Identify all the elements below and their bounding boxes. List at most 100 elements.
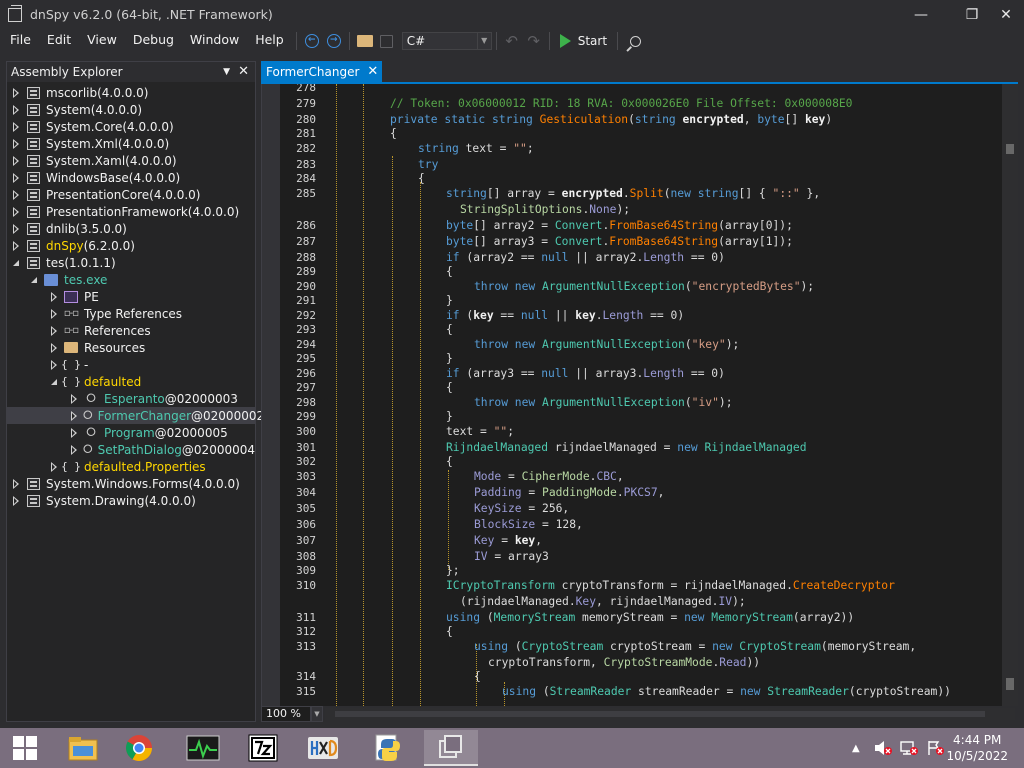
expand-arrow-icon[interactable]: [51, 461, 57, 472]
7zip-icon: [248, 734, 278, 762]
tree-item-references[interactable]: ▫-▫ References: [7, 322, 255, 339]
menu-debug[interactable]: Debug: [125, 29, 182, 53]
tree-item-tes-exe[interactable]: tes.exe: [7, 271, 255, 288]
save-all-button[interactable]: [376, 30, 398, 52]
expand-arrow-icon[interactable]: [13, 240, 19, 251]
redo-button[interactable]: ↷: [523, 30, 545, 52]
tab-formerchanger[interactable]: FormerChanger ✕: [261, 61, 383, 82]
expand-arrow-icon[interactable]: [13, 495, 19, 506]
expand-arrow-icon[interactable]: [51, 342, 57, 353]
namespace-icon: { }: [61, 460, 81, 473]
panel-menu-chevron-icon[interactable]: ▼: [223, 67, 230, 77]
language-select[interactable]: C# ▼: [401, 32, 492, 50]
code-editor[interactable]: 278 279 // Token: 0x06000012 RID: 18 RVA:…: [261, 84, 1018, 706]
tree-item-windowsbase[interactable]: WindowsBase (4.0.0.0): [7, 169, 255, 186]
code-line: };: [446, 564, 460, 577]
expand-arrow-icon[interactable]: [71, 444, 77, 455]
expand-arrow-icon[interactable]: [13, 206, 19, 217]
taskbar-clock[interactable]: 4:44 PM 10/5/2022: [946, 732, 1008, 764]
open-button[interactable]: [354, 30, 376, 52]
expand-arrow-icon[interactable]: [13, 478, 19, 489]
code-line: using (CryptoStream cryptoStream = new C…: [474, 640, 917, 653]
tree-item-namespace-dash[interactable]: { } -: [7, 356, 255, 373]
menu-help[interactable]: Help: [247, 29, 292, 53]
close-button[interactable]: ✕: [989, 0, 1023, 29]
start-debugging-button[interactable]: Start: [554, 34, 613, 48]
horizontal-scrollbar[interactable]: [325, 708, 1015, 720]
scrollbar-thumb[interactable]: [1006, 678, 1014, 690]
tree-item-pe[interactable]: PE: [7, 288, 255, 305]
expand-arrow-icon[interactable]: [71, 393, 77, 404]
expand-arrow-icon[interactable]: [71, 410, 77, 421]
tree-item-label: PresentationFramework: [46, 204, 188, 219]
tree-item-system-xaml[interactable]: System.Xaml (4.0.0.0): [7, 152, 255, 169]
undo-button[interactable]: ↶: [501, 30, 523, 52]
collapse-arrow-icon[interactable]: [31, 276, 37, 283]
tree-item-setpathdialog[interactable]: ⭘ SetPathDialog @02000004: [7, 441, 255, 458]
line-number: 300: [296, 425, 316, 438]
zoom-level[interactable]: 100 %: [261, 706, 311, 722]
tree-item-system-xml[interactable]: System.Xml (4.0.0.0): [7, 135, 255, 152]
expand-arrow-icon[interactable]: [13, 223, 19, 234]
tray-overflow-chevron-icon[interactable]: ▲: [852, 743, 860, 754]
network-icon[interactable]: [900, 740, 918, 756]
expand-arrow-icon[interactable]: [13, 104, 19, 115]
expand-arrow-icon[interactable]: [51, 291, 57, 302]
menu-window[interactable]: Window: [182, 29, 247, 53]
start-menu-button[interactable]: [0, 730, 50, 766]
menu-view[interactable]: View: [79, 29, 125, 53]
expand-arrow-icon[interactable]: [13, 172, 19, 183]
tab-close-icon[interactable]: ✕: [367, 64, 378, 79]
speaker-muted-icon[interactable]: [874, 740, 892, 756]
tree-item-presentationframework[interactable]: PresentationFramework (4.0.0.0): [7, 203, 255, 220]
navigate-back-button[interactable]: ←: [301, 30, 323, 52]
tree-item-tes[interactable]: tes (1.0.1.1): [7, 254, 255, 271]
tree-item-program[interactable]: ⭘ Program @02000005: [7, 424, 255, 441]
taskbar-dnspy[interactable]: [424, 730, 478, 766]
expand-arrow-icon[interactable]: [13, 155, 19, 166]
menu-file[interactable]: File: [0, 29, 39, 53]
tree-item-defaulted[interactable]: { } defaulted: [7, 373, 255, 390]
tree-item-esperanto[interactable]: ⭘ Esperanto @02000003: [7, 390, 255, 407]
expand-arrow-icon[interactable]: [71, 427, 77, 438]
tree-item-formerchanger[interactable]: ⭘ FormerChanger @02000002: [7, 407, 264, 424]
tree-item-system-core[interactable]: System.Core (4.0.0.0): [7, 118, 255, 135]
expand-arrow-icon[interactable]: [13, 87, 19, 98]
expand-arrow-icon[interactable]: [13, 121, 19, 132]
zoom-chevron-down-icon[interactable]: ▼: [311, 706, 323, 722]
tree-item-dnlib[interactable]: dnlib (3.5.0.0): [7, 220, 255, 237]
tree-item-defaulted-properties[interactable]: { } defaulted.Properties: [7, 458, 255, 475]
code-line: ICryptoTransform cryptoTransform = rijnd…: [446, 579, 895, 592]
tree-item-system-windows-forms[interactable]: System.Windows.Forms (4.0.0.0): [7, 475, 255, 492]
line-number: 314: [296, 670, 316, 683]
tree-item-dnspy[interactable]: dnSpy (6.2.0.0): [7, 237, 255, 254]
taskbar-7zip[interactable]: [236, 730, 290, 766]
expand-arrow-icon[interactable]: [13, 189, 19, 200]
expand-arrow-icon[interactable]: [51, 308, 57, 319]
navigate-forward-button[interactable]: →: [323, 30, 345, 52]
taskbar-hxd[interactable]: [296, 730, 350, 766]
taskbar-file-explorer[interactable]: [56, 730, 110, 766]
tree-item-resources[interactable]: Resources: [7, 339, 255, 356]
taskbar-chrome[interactable]: [112, 730, 166, 766]
taskbar-python[interactable]: [362, 730, 416, 766]
expand-arrow-icon[interactable]: [51, 359, 57, 370]
panel-close-icon[interactable]: ✕: [238, 64, 249, 79]
expand-arrow-icon[interactable]: [51, 325, 57, 336]
vertical-scrollbar[interactable]: [1002, 84, 1018, 706]
tree-item-presentationcore[interactable]: PresentationCore (4.0.0.0): [7, 186, 255, 203]
collapse-arrow-icon[interactable]: [13, 259, 19, 266]
maximize-button[interactable]: ❐: [955, 0, 989, 29]
tree-item-system-drawing[interactable]: System.Drawing (4.0.0.0): [7, 492, 255, 509]
menu-edit[interactable]: Edit: [39, 29, 79, 53]
minimize-button[interactable]: —: [904, 0, 938, 29]
expand-arrow-icon[interactable]: [13, 138, 19, 149]
tree-item-system[interactable]: System (4.0.0.0): [7, 101, 255, 118]
collapse-arrow-icon[interactable]: [51, 378, 57, 385]
tree-item-mscorlib[interactable]: mscorlib (4.0.0.0): [7, 84, 255, 101]
tree-item-type-references[interactable]: ▫-▫ Type References: [7, 305, 255, 322]
horizontal-scrollbar-thumb[interactable]: [335, 711, 985, 717]
taskbar-process-monitor[interactable]: [176, 730, 230, 766]
action-center-flag-icon[interactable]: [926, 740, 944, 756]
search-button[interactable]: [622, 30, 644, 52]
